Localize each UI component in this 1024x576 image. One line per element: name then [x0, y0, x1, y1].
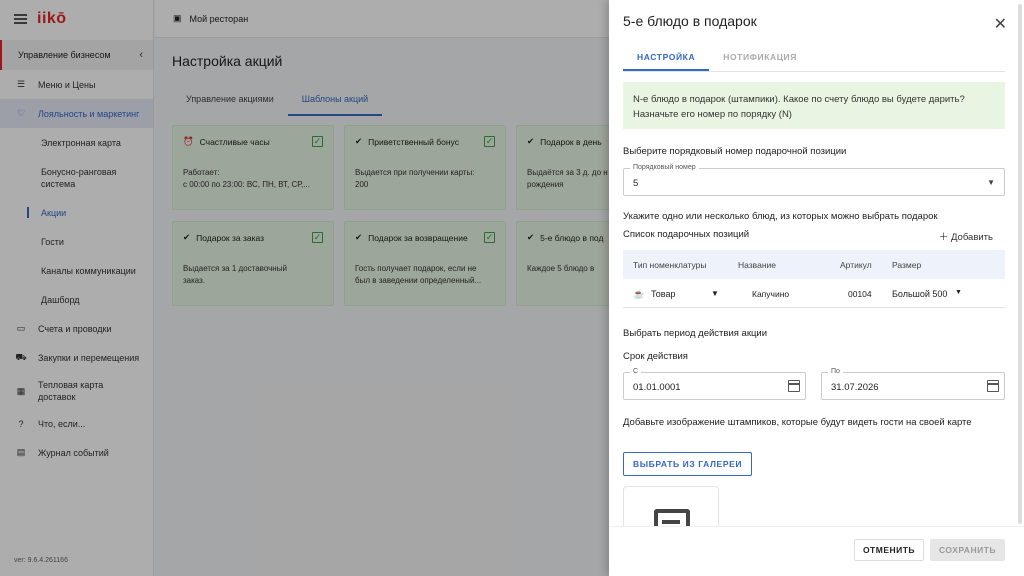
cancel-button[interactable]: ОТМЕНИТЬ: [854, 539, 924, 561]
term-label: Срок действия: [623, 351, 688, 362]
field-label: По: [828, 368, 843, 375]
save-button[interactable]: СОХРАНИТЬ: [930, 539, 1005, 561]
calendar-icon[interactable]: [788, 380, 800, 392]
column-header: Название: [738, 260, 776, 270]
column-header: Артикул: [840, 260, 872, 270]
field-value: 5: [633, 178, 639, 189]
dropdown-arrow-icon[interactable]: ▼: [955, 289, 962, 296]
date-from-field[interactable]: С 01.01.0001: [623, 368, 806, 400]
close-icon[interactable]: ✕: [994, 14, 1007, 34]
info-banner: N-е блюдо в подарок (штампики). Какое по…: [623, 82, 1005, 129]
add-button[interactable]: ＋ Добавить: [939, 229, 993, 243]
add-button-label: Добавить: [951, 232, 993, 243]
image-section-label: Добавьте изображение штампиков, которые …: [623, 417, 972, 428]
product-icon: ☕: [633, 289, 645, 299]
drawer-body: N-е блюдо в подарок (штампики). Какое по…: [623, 82, 1005, 526]
dropdown-arrow-icon[interactable]: ▼: [987, 178, 995, 187]
scrollbar[interactable]: [1018, 4, 1022, 524]
period-section-label: Выбрать период действия акции: [623, 328, 768, 339]
choose-from-gallery-button[interactable]: ВЫБРАТЬ ИЗ ГАЛЕРЕИ: [623, 452, 753, 476]
field-value: 31.07.2026: [831, 382, 879, 393]
plus-icon: ＋: [938, 232, 951, 243]
size-select[interactable]: Большой 500: [892, 289, 947, 299]
tab-settings[interactable]: НАСТРОЙКА: [623, 44, 710, 71]
gift-table-header: Тип номенклатуры Название Артикул Размер: [623, 250, 1005, 279]
stamp-icon: [654, 509, 690, 526]
promotion-settings-drawer: 5-е блюдо в подарок ✕ НАСТРОЙКА НОТИФИКА…: [609, 0, 1024, 576]
type-select[interactable]: Товар: [651, 289, 676, 299]
position-section-label: Выберите порядковый номер подарочной поз…: [623, 146, 847, 157]
dropdown-arrow-icon[interactable]: ▼: [711, 289, 719, 298]
field-label: Порядковый номер: [630, 164, 699, 171]
drawer-footer: ОТМЕНИТЬ СОХРАНИТЬ: [609, 526, 1024, 576]
drawer-title: 5-е блюдо в подарок: [623, 13, 757, 29]
field-value: 01.01.0001: [633, 382, 681, 393]
calendar-icon[interactable]: [987, 380, 999, 392]
modal-backdrop[interactable]: [0, 0, 609, 576]
drawer-tabs: НАСТРОЙКА НОТИФИКАЦИЯ: [623, 44, 1005, 72]
field-label: С: [630, 368, 642, 375]
stamp-image-tile[interactable]: [623, 486, 719, 526]
dishes-section-label: Укажите одно или несколько блюд, из кото…: [623, 211, 938, 222]
item-article: 00104: [848, 289, 872, 299]
tab-notification[interactable]: НОТИФИКАЦИЯ: [709, 44, 811, 71]
table-row: ☕ Товар ▼ Капучино 00104 Большой 500 ▼: [623, 279, 1005, 308]
date-to-field[interactable]: По 31.07.2026: [821, 368, 1005, 400]
item-name: Капучино: [752, 289, 790, 299]
gift-list-label: Список подарочных позиций: [623, 229, 750, 240]
column-header: Размер: [892, 260, 922, 270]
column-header: Тип номенклатуры: [633, 260, 707, 270]
position-number-select[interactable]: Порядковый номер 5 ▼: [623, 164, 1005, 196]
